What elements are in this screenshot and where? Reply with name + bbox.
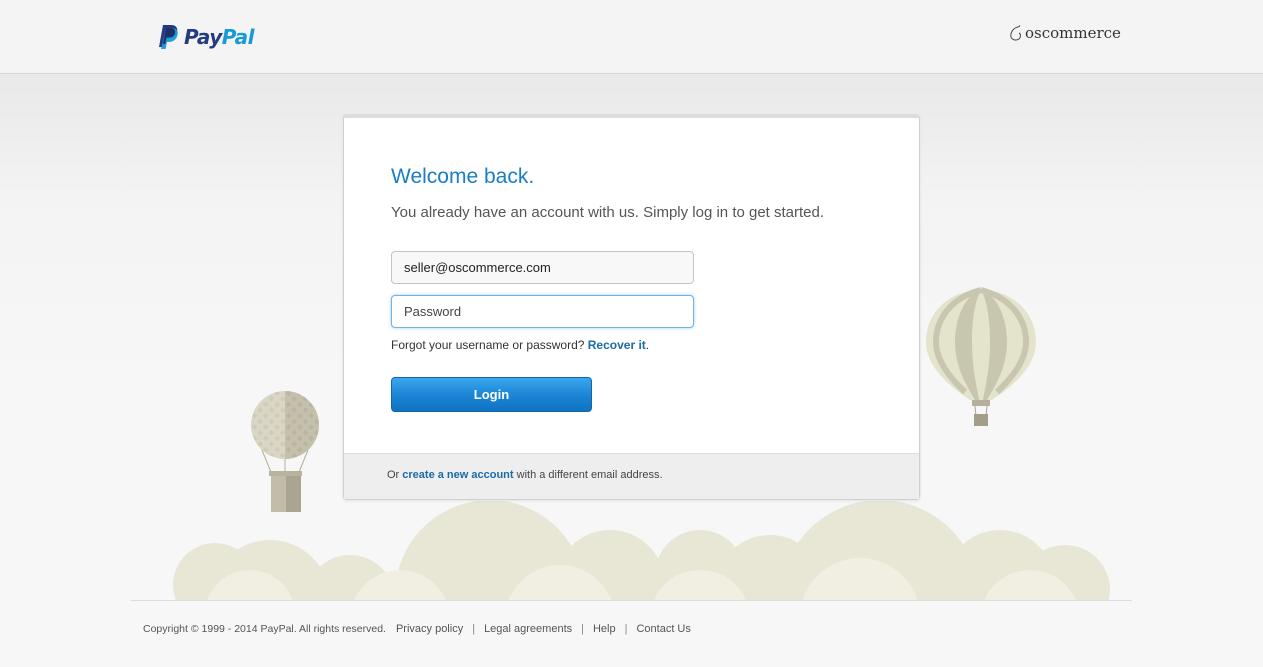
footer-divider [131,600,1132,601]
page-footer: Copyright © 1999 - 2014 PayPal. All righ… [143,623,691,635]
left-balloon [251,391,319,512]
forgot-suffix: . [645,338,650,352]
footer-separator: | [472,623,476,635]
create-account-link[interactable]: create a new account [402,469,513,481]
help-link[interactable]: Help [593,623,616,635]
email-field[interactable] [391,251,694,284]
footer-separator: | [581,623,584,635]
create-account-prefix: Or [387,469,403,481]
login-card-body: Welcome back. You already have an accoun… [348,118,915,499]
login-button[interactable]: Login [391,377,592,412]
legal-agreements-link[interactable]: Legal agreements [484,623,572,635]
footer-separator: | [624,623,628,635]
recover-it-link[interactable]: Recover it [588,338,646,352]
create-account-text: Or create a new account with a different… [387,469,663,481]
contact-us-link[interactable]: Contact Us [636,623,690,635]
welcome-heading: Welcome back. [391,165,535,188]
login-card: Welcome back. You already have an accoun… [343,114,920,500]
privacy-policy-link[interactable]: Privacy policy [396,623,463,635]
login-card-footer: Or create a new account with a different… [344,453,919,499]
copyright-text: Copyright © 1999 - 2014 PayPal. All righ… [143,623,386,635]
forgot-credentials-text: Forgot your username or password? Recove… [391,338,649,352]
paypal-login-page: PayPal oscommerce Welcome back. You alre… [0,0,1263,667]
create-account-suffix: with a different email address. [513,469,663,481]
login-subtitle: You already have an account with us. Sim… [391,204,825,221]
right-balloon [926,287,1036,426]
password-field[interactable] [391,295,694,328]
forgot-label: Forgot your username or password? [391,338,588,352]
